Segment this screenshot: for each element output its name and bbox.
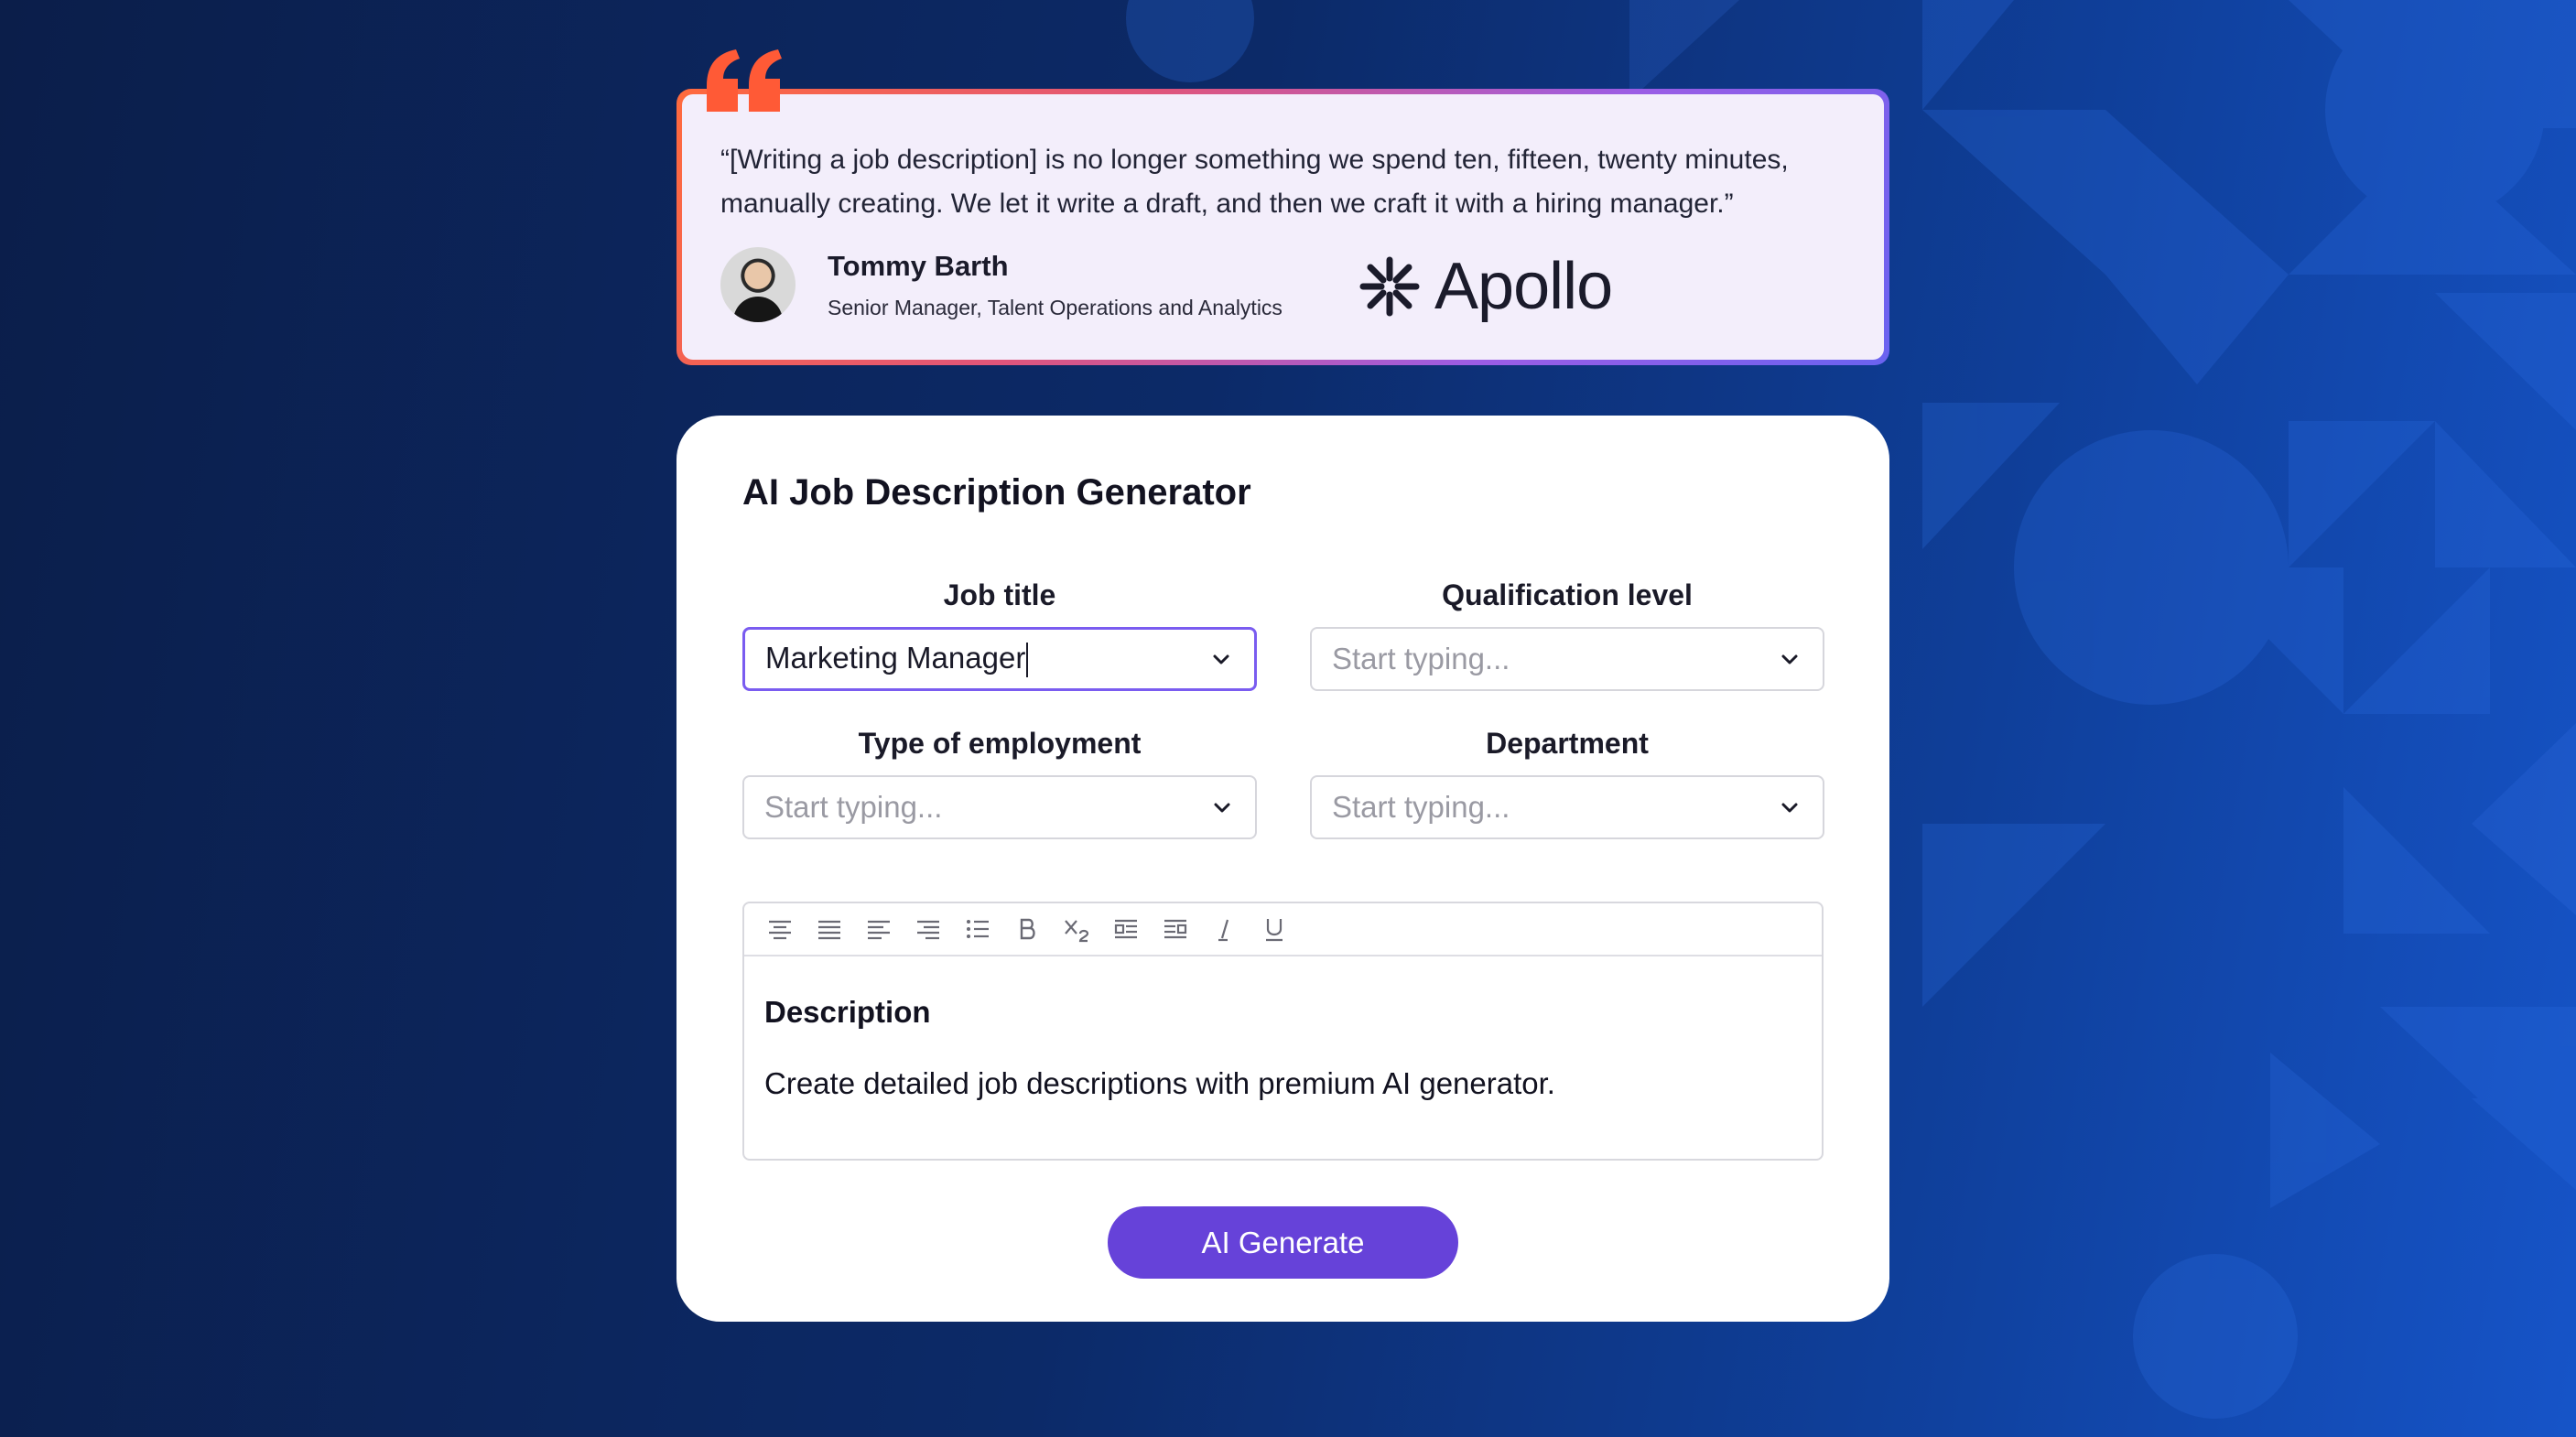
page-title: AI Job Description Generator — [742, 472, 1251, 513]
subscript-icon[interactable] — [1055, 908, 1098, 950]
department-input[interactable]: Start typing... — [1310, 775, 1824, 839]
qualification-level-input[interactable]: Start typing... — [1310, 627, 1824, 691]
ai-generate-button[interactable]: AI Generate — [1108, 1206, 1458, 1279]
company-logo: Apollo — [1358, 245, 1613, 328]
align-center-icon[interactable] — [759, 908, 801, 950]
department-label: Department — [1486, 727, 1649, 760]
description-editor[interactable]: Description Create detailed job descript… — [742, 902, 1824, 1161]
qualification-level-placeholder: Start typing... — [1332, 642, 1510, 675]
apollo-asterisk-icon — [1358, 254, 1422, 319]
testimonial-card: “[Writing a job description] is no longe… — [676, 89, 1889, 365]
chevron-down-icon[interactable] — [1777, 646, 1802, 672]
qualification-level-label: Qualification level — [1442, 578, 1693, 611]
editor-body-text: Create detailed job descriptions with pr… — [764, 1066, 1555, 1100]
bullet-list-icon[interactable] — [957, 908, 999, 950]
company-name: Apollo — [1434, 250, 1613, 323]
editor-heading: Description — [764, 995, 931, 1029]
chevron-down-icon[interactable] — [1209, 794, 1235, 820]
job-title-input[interactable]: Marketing Manager — [742, 627, 1257, 691]
employment-type-input[interactable]: Start typing... — [742, 775, 1257, 839]
editor-toolbar — [744, 903, 1822, 956]
indent-icon[interactable] — [1105, 908, 1147, 950]
chevron-down-icon[interactable] — [1208, 646, 1234, 672]
employment-type-placeholder: Start typing... — [764, 790, 943, 824]
job-title-label: Job title — [943, 578, 1056, 611]
avatar — [720, 247, 796, 322]
italic-icon[interactable] — [1204, 908, 1246, 950]
align-right-icon[interactable] — [907, 908, 949, 950]
quote-mark-icon — [707, 49, 782, 112]
job-title-value: Marketing Manager — [765, 641, 1208, 678]
chevron-down-icon[interactable] — [1777, 794, 1802, 820]
testimonial-quote: “[Writing a job description] is no longe… — [720, 145, 1789, 219]
outdent-icon[interactable] — [1154, 908, 1196, 950]
align-justify-icon[interactable] — [808, 908, 850, 950]
author-name: Tommy Barth — [828, 250, 1009, 282]
generator-card: AI Job Description Generator Job title M… — [676, 416, 1889, 1322]
author-role: Senior Manager, Talent Operations and An… — [828, 296, 1283, 319]
align-left-icon[interactable] — [858, 908, 900, 950]
testimonial-card-body: “[Writing a job description] is no longe… — [682, 94, 1884, 360]
department-placeholder: Start typing... — [1332, 790, 1510, 824]
employment-type-label: Type of employment — [858, 727, 1142, 760]
underline-icon[interactable] — [1253, 908, 1295, 950]
bold-icon[interactable] — [1006, 908, 1048, 950]
